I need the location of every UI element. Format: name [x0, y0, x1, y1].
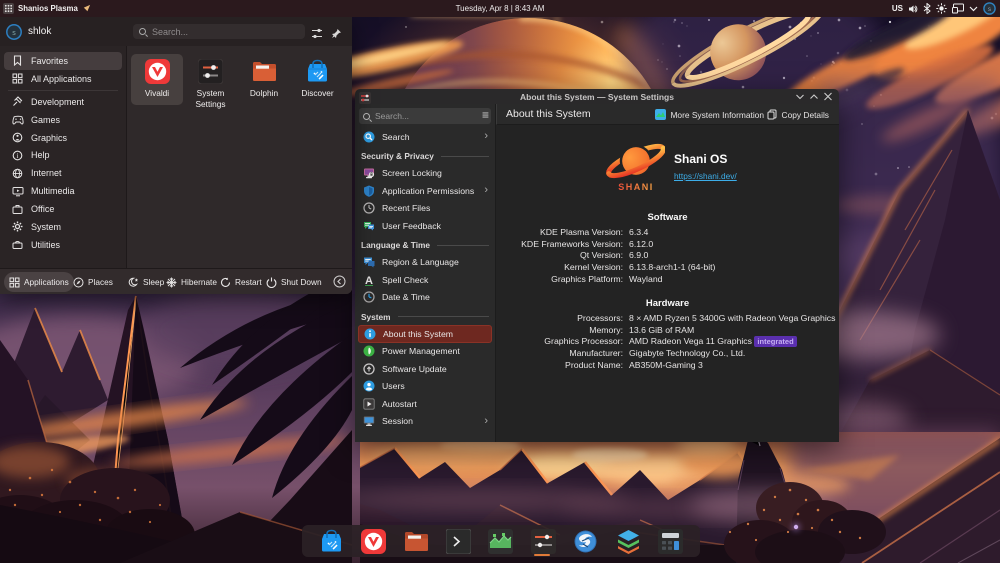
- svg-text:SHANI: SHANI: [618, 182, 654, 192]
- svg-text:A: A: [365, 275, 373, 286]
- svg-text:s: s: [12, 30, 16, 37]
- svg-text:i: i: [17, 152, 19, 160]
- svg-text:s: s: [988, 7, 991, 13]
